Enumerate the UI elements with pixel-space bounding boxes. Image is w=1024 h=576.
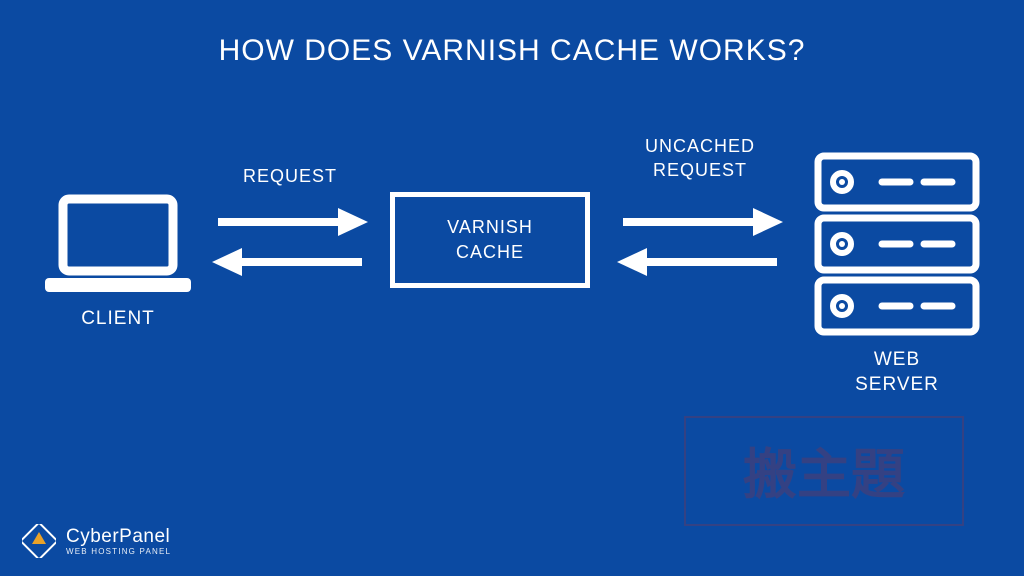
client-node — [38, 194, 198, 304]
arrows-cache-server — [615, 200, 785, 295]
server-label-1: WEB — [874, 349, 920, 370]
cache-label-1: VARNISH — [447, 217, 533, 237]
web-server-label: WEB SERVER — [812, 348, 982, 397]
brand-text: CyberPanel WEB HOSTING PANEL — [66, 527, 171, 556]
uncached-request-label: UNCACHED REQUEST — [605, 134, 795, 183]
server-stack-icon — [812, 150, 982, 340]
cache-label-2: CACHE — [456, 242, 524, 262]
cyberpanel-icon — [22, 524, 56, 558]
brand-logo: CyberPanel WEB HOSTING PANEL — [22, 524, 171, 558]
brand-name: CyberPanel — [66, 527, 171, 546]
client-label: CLIENT — [38, 308, 198, 330]
uncached-label-2: REQUEST — [653, 160, 747, 180]
watermark-text: 搬主題 — [743, 430, 905, 509]
diagram-title: HOW DOES VARNISH CACHE WORKS? — [0, 0, 1024, 68]
web-server-node — [812, 150, 982, 345]
diagram-canvas: CLIENT REQUEST VARNISH CACHE UNCACHED RE… — [0, 150, 1024, 430]
server-label-2: SERVER — [855, 374, 939, 395]
laptop-icon — [43, 194, 193, 299]
uncached-label-1: UNCACHED — [645, 136, 755, 156]
watermark-stamp: 搬主題 — [684, 416, 964, 526]
arrows-client-cache — [210, 200, 370, 295]
brand-tagline: WEB HOSTING PANEL — [66, 548, 171, 556]
varnish-cache-node: VARNISH CACHE — [390, 192, 590, 288]
request-label: REQUEST — [210, 166, 370, 187]
